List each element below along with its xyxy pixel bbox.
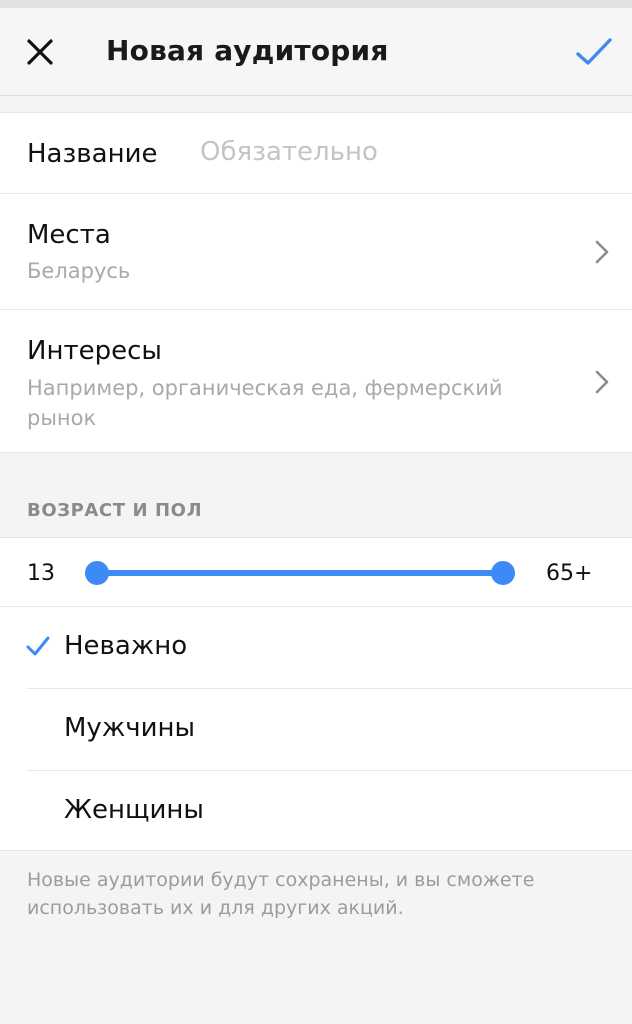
- age-min-value: 13: [27, 561, 55, 586]
- age-max-value: 65+: [546, 561, 593, 586]
- chevron-right-icon: [591, 367, 613, 397]
- checkmark-icon: [26, 636, 50, 656]
- page-title: Новая аудитория: [106, 34, 389, 67]
- top-bar: Новая аудитория: [0, 8, 632, 96]
- gender-option-any[interactable]: Неважно: [0, 607, 632, 688]
- gender-option-label: Неважно: [64, 631, 188, 661]
- close-button[interactable]: [20, 32, 60, 72]
- done-button[interactable]: [572, 32, 616, 72]
- interests-hint: Например, органическая еда, фермерский р…: [27, 376, 503, 430]
- close-icon: [27, 39, 53, 65]
- gender-option-label: Женщины: [64, 795, 204, 825]
- status-bar: [0, 0, 632, 8]
- name-row[interactable]: Название Обязательно: [0, 112, 632, 194]
- gender-option-men[interactable]: Мужчины: [0, 689, 632, 770]
- header-spacer: [0, 96, 632, 112]
- age-range-slider[interactable]: 13 65+: [0, 537, 632, 607]
- slider-handle-max[interactable]: [491, 561, 515, 585]
- places-label: Места: [27, 220, 111, 250]
- interests-label: Интересы: [27, 336, 162, 366]
- chevron-right-icon: [591, 237, 613, 267]
- footer-note: Новые аудитории будут сохранены, и вы см…: [27, 869, 535, 919]
- name-label: Название: [27, 139, 158, 169]
- gender-option-women[interactable]: Женщины: [0, 771, 632, 852]
- interests-row[interactable]: Интересы Например, органическая еда, фер…: [0, 310, 632, 453]
- name-input[interactable]: Обязательно: [200, 137, 378, 167]
- places-row[interactable]: Места Беларусь: [0, 194, 632, 309]
- places-value: Беларусь: [27, 259, 131, 283]
- gender-options: Неважно Мужчины Женщины: [0, 607, 632, 851]
- section-header-age-gender: ВОЗРАСТ И ПОЛ: [27, 500, 203, 521]
- checkmark-icon: [576, 38, 612, 65]
- gender-option-label: Мужчины: [64, 713, 196, 743]
- slider-handle-min[interactable]: [85, 561, 109, 585]
- slider-track[interactable]: [97, 570, 503, 576]
